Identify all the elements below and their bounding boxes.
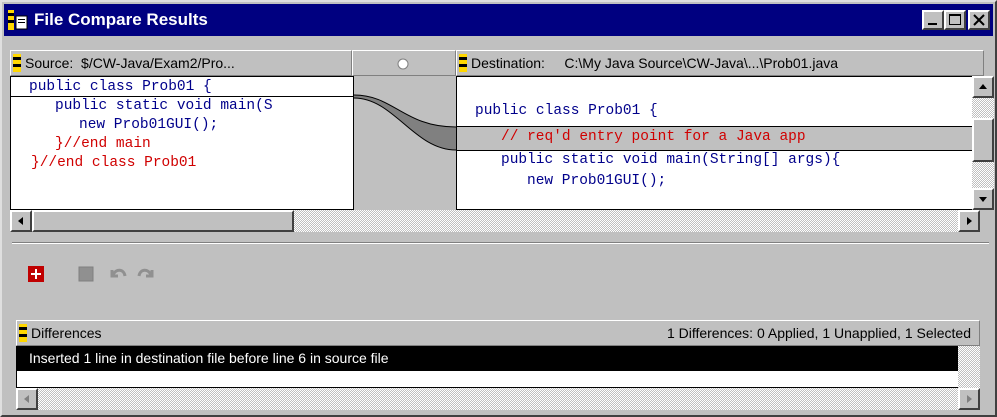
undo-icon[interactable] bbox=[108, 264, 128, 284]
code-hscrollbar[interactable] bbox=[10, 210, 980, 232]
arrow-up-icon bbox=[979, 84, 987, 89]
source-header: Source: $/CW-Java/Exam2/Pro... bbox=[10, 50, 352, 76]
arrow-left-icon bbox=[18, 217, 23, 225]
scroll-down-button[interactable] bbox=[972, 188, 994, 210]
destination-line-1: public class Prob01 { bbox=[475, 103, 658, 119]
differences-hscrollbar[interactable] bbox=[16, 388, 980, 410]
arrow-down-icon bbox=[979, 197, 987, 202]
destination-line-4: new Prob01GUI(); bbox=[527, 173, 667, 189]
stop-icon[interactable] bbox=[78, 266, 94, 282]
arrow-left-icon bbox=[24, 395, 29, 403]
source-line-1: public class Prob01 { bbox=[29, 79, 212, 95]
list-item[interactable]: Inserted 1 line in destination file befo… bbox=[17, 347, 979, 371]
diff-connector-graphic bbox=[353, 94, 457, 151]
source-flag-icon bbox=[13, 54, 21, 72]
scroll-up-button[interactable] bbox=[972, 76, 994, 98]
minimize-icon bbox=[928, 23, 937, 25]
source-line-4: }//end main bbox=[55, 136, 151, 152]
source-line-5: }//end class Prob01 bbox=[31, 155, 197, 171]
diff-scroll-left-button[interactable] bbox=[16, 388, 38, 410]
apply-diff-icon[interactable] bbox=[28, 266, 44, 282]
minimize-button[interactable] bbox=[922, 10, 944, 30]
source-line-3: new Prob01GUI(); bbox=[79, 117, 219, 133]
destination-header: Destination: C:\My Java Source\CW-Java\.… bbox=[456, 50, 984, 76]
destination-label: Destination: bbox=[471, 55, 545, 71]
source-line-2: public static void main(S bbox=[55, 98, 273, 114]
hscroll-thumb[interactable] bbox=[32, 210, 294, 232]
differences-header: Differences 1 Differences: 0 Applied, 1 … bbox=[16, 320, 980, 346]
file-compare-window: File Compare Results Source: $/CW-Java/E… bbox=[0, 0, 997, 417]
title-bar[interactable]: File Compare Results bbox=[4, 4, 993, 36]
app-icon bbox=[8, 10, 28, 30]
window-title: File Compare Results bbox=[34, 10, 208, 29]
differences-label: Differences bbox=[31, 325, 102, 341]
destination-vscrollbar[interactable] bbox=[972, 76, 994, 210]
maximize-icon bbox=[949, 14, 961, 25]
radio-icon[interactable] bbox=[397, 58, 409, 70]
differences-vscrollbar[interactable] bbox=[958, 346, 980, 388]
close-icon bbox=[973, 14, 985, 26]
diff-scroll-right-button[interactable] bbox=[958, 388, 980, 410]
destination-path: C:\My Java Source\CW-Java\...\Prob01.jav… bbox=[564, 55, 839, 71]
differences-list[interactable]: Inserted 1 line in destination file befo… bbox=[16, 346, 980, 388]
scroll-right-button[interactable] bbox=[958, 210, 980, 232]
vscroll-thumb[interactable] bbox=[972, 118, 994, 162]
source-insert-marker bbox=[11, 96, 353, 97]
arrow-right-icon bbox=[967, 395, 972, 403]
source-label: Source: bbox=[25, 55, 74, 71]
compare-header bbox=[352, 50, 456, 76]
destination-pane[interactable]: public class Prob01 { // req'd entry poi… bbox=[456, 76, 980, 210]
maximize-button[interactable] bbox=[944, 10, 966, 30]
redo-icon[interactable] bbox=[136, 264, 156, 284]
differences-flag-icon bbox=[19, 324, 27, 342]
source-pane[interactable]: public class Prob01 { public static void… bbox=[10, 76, 354, 210]
pane-splitter[interactable] bbox=[12, 242, 989, 244]
differences-summary: 1 Differences: 0 Applied, 1 Unapplied, 1… bbox=[666, 325, 971, 341]
source-path: $/CW-Java/Exam2/Pro... bbox=[81, 55, 235, 71]
destination-line-3: public static void main(String[] args){ bbox=[501, 152, 841, 168]
close-button[interactable] bbox=[968, 10, 990, 30]
arrow-right-icon bbox=[967, 217, 972, 225]
destination-flag-icon bbox=[459, 54, 467, 72]
destination-line-2: // req'd entry point for a Java app bbox=[501, 129, 806, 145]
diff-connector bbox=[353, 76, 457, 210]
scroll-left-button[interactable] bbox=[10, 210, 32, 232]
difference-description: Inserted 1 line in destination file befo… bbox=[29, 350, 389, 366]
